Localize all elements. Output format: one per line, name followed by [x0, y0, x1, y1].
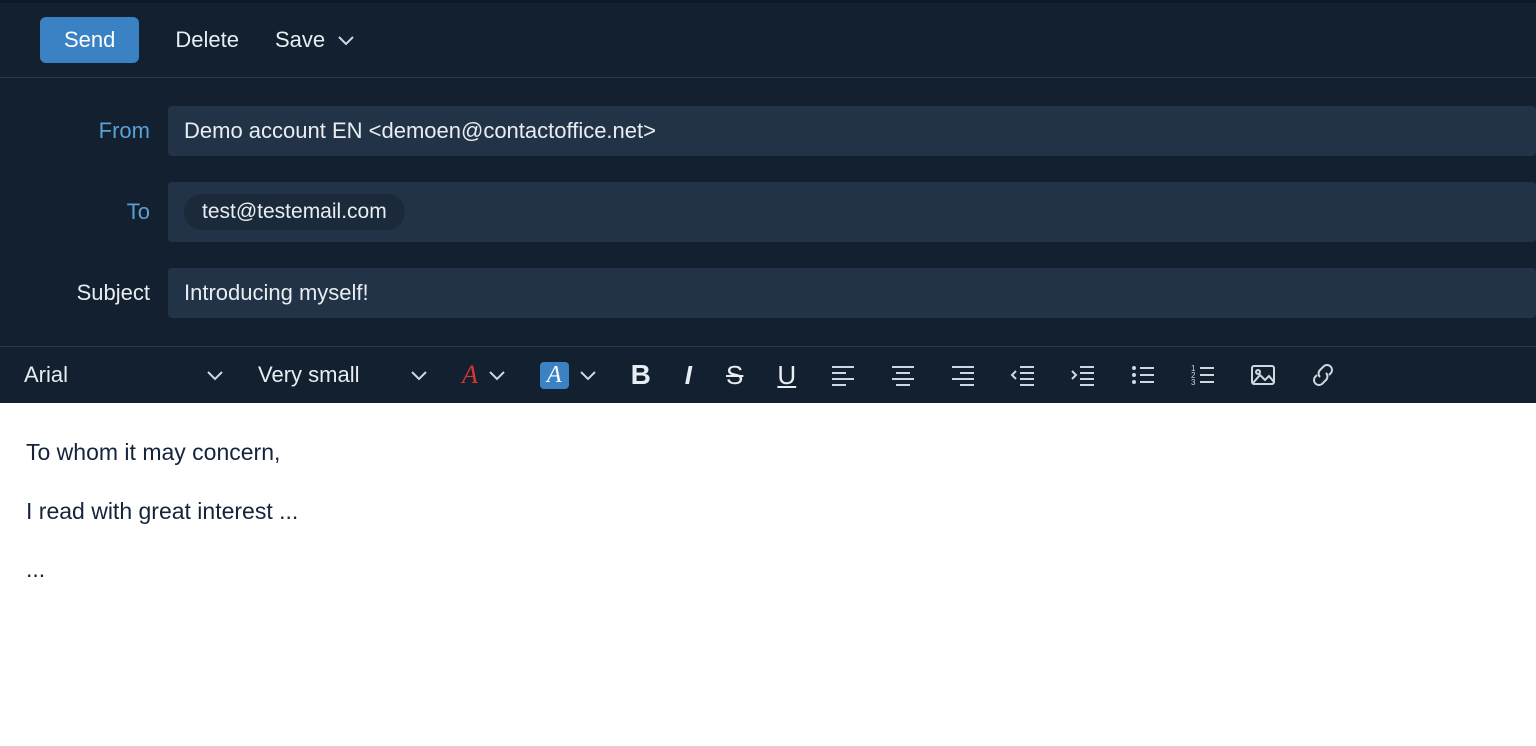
font-size-value: Very small — [258, 362, 359, 388]
to-label[interactable]: To — [0, 199, 150, 225]
highlight-color-dropdown[interactable]: A — [540, 362, 597, 389]
underline-button[interactable]: U — [777, 360, 796, 391]
align-right-icon — [950, 363, 976, 387]
svg-text:3: 3 — [1191, 378, 1196, 387]
align-left-icon — [830, 363, 856, 387]
chevron-down-icon — [206, 369, 224, 381]
link-icon — [1310, 363, 1336, 387]
bullet-list-icon — [1130, 363, 1156, 387]
bullet-list-button[interactable] — [1130, 363, 1156, 387]
save-label: Save — [275, 27, 325, 53]
insert-image-button[interactable] — [1250, 363, 1276, 387]
body-line: ... — [26, 552, 1510, 587]
save-button[interactable]: Save — [275, 27, 355, 53]
message-body-editor[interactable]: To whom it may concern, I read with grea… — [0, 403, 1536, 746]
bold-button[interactable]: B — [631, 359, 651, 391]
outdent-icon — [1010, 363, 1036, 387]
highlight-icon: A — [540, 362, 569, 389]
font-color-icon: A — [462, 360, 478, 390]
align-center-icon — [890, 363, 916, 387]
italic-button[interactable]: I — [685, 360, 692, 391]
image-icon — [1250, 363, 1276, 387]
from-label[interactable]: From — [0, 118, 150, 144]
to-row: To test@testemail.com — [0, 182, 1536, 242]
align-center-button[interactable] — [890, 363, 916, 387]
chevron-down-icon — [410, 369, 428, 381]
subject-field-wrapper — [168, 268, 1536, 318]
indent-button[interactable] — [1070, 363, 1096, 387]
font-family-value: Arial — [24, 362, 68, 388]
to-chip[interactable]: test@testemail.com — [184, 194, 405, 230]
numbered-list-icon: 1 2 3 — [1190, 363, 1216, 387]
from-row: From Demo account EN <demoen@contactoffi… — [0, 106, 1536, 156]
strikethrough-button[interactable]: S — [726, 360, 743, 391]
chevron-down-icon — [579, 369, 597, 381]
indent-icon — [1070, 363, 1096, 387]
chevron-down-icon — [337, 34, 355, 46]
subject-input[interactable] — [184, 280, 1520, 306]
send-button[interactable]: Send — [40, 17, 139, 63]
body-line: I read with great interest ... — [26, 494, 1510, 529]
font-size-dropdown[interactable]: Very small — [258, 362, 428, 388]
format-toolbar: Arial Very small A A B I S U — [0, 346, 1536, 403]
from-value: Demo account EN <demoen@contactoffice.ne… — [184, 118, 656, 144]
align-right-button[interactable] — [950, 363, 976, 387]
delete-button[interactable]: Delete — [175, 27, 239, 53]
font-color-dropdown[interactable]: A — [462, 360, 506, 390]
compose-headers: From Demo account EN <demoen@contactoffi… — [0, 78, 1536, 346]
subject-label: Subject — [0, 280, 150, 306]
insert-link-button[interactable] — [1310, 363, 1336, 387]
subject-row: Subject — [0, 268, 1536, 318]
body-line: To whom it may concern, — [26, 435, 1510, 470]
from-field[interactable]: Demo account EN <demoen@contactoffice.ne… — [168, 106, 1536, 156]
numbered-list-button[interactable]: 1 2 3 — [1190, 363, 1216, 387]
chevron-down-icon — [488, 369, 506, 381]
to-field[interactable]: test@testemail.com — [168, 182, 1536, 242]
align-left-button[interactable] — [830, 363, 856, 387]
font-family-dropdown[interactable]: Arial — [24, 362, 224, 388]
outdent-button[interactable] — [1010, 363, 1036, 387]
compose-toolbar: Send Delete Save — [0, 0, 1536, 78]
